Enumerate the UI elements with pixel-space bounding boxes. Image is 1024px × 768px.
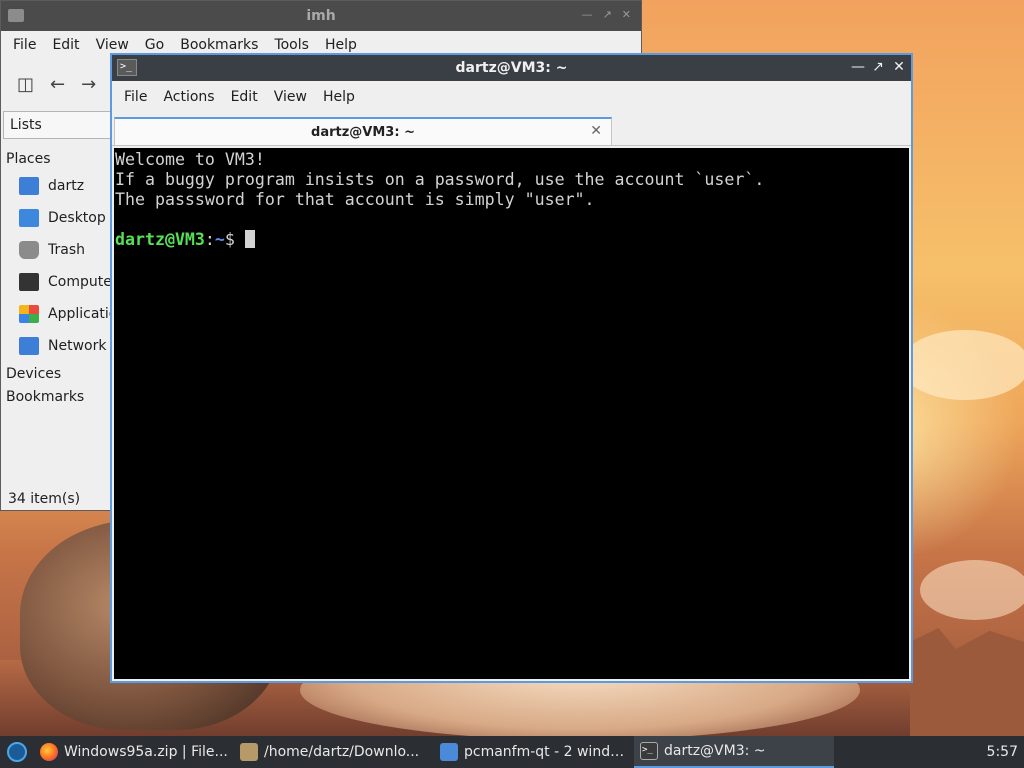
menu-help[interactable]: Help bbox=[317, 37, 365, 53]
places-heading[interactable]: Places bbox=[1, 147, 111, 170]
taskbar-item-label: Windows95a.zip | File... bbox=[64, 744, 228, 760]
menu-go[interactable]: Go bbox=[137, 37, 172, 53]
applications-icon bbox=[19, 305, 39, 323]
app-menu-icon bbox=[7, 742, 27, 762]
devices-heading[interactable]: Devices bbox=[1, 362, 111, 385]
prompt-user-host: dartz@VM3 bbox=[115, 230, 205, 249]
prompt-path: ~ bbox=[214, 230, 225, 249]
menu-actions[interactable]: Actions bbox=[155, 89, 222, 105]
window-title: dartz@VM3: ~ bbox=[455, 60, 568, 76]
taskbar-item-label: dartz@VM3: ~ bbox=[664, 743, 766, 759]
menu-file[interactable]: File bbox=[116, 89, 155, 105]
menu-edit[interactable]: Edit bbox=[223, 89, 266, 105]
terminal-line: The passsword for that account is simply… bbox=[115, 190, 595, 209]
prompt-symbol: $ bbox=[224, 230, 235, 249]
home-folder-icon bbox=[19, 177, 39, 195]
place-item-network[interactable]: Network bbox=[1, 330, 111, 362]
folder-icon bbox=[8, 9, 24, 22]
file-manager-titlebar[interactable]: imh — ↗ ✕ bbox=[1, 1, 641, 31]
terminal-tab-bar: dartz@VM3: ~ ✕ bbox=[112, 113, 911, 146]
wallpaper-cloud bbox=[920, 560, 1024, 620]
terminal-window[interactable]: >_ dartz@VM3: ~ — ↗ ✕ File Actions Edit … bbox=[110, 53, 913, 683]
place-label: dartz bbox=[48, 178, 85, 194]
side-pane: Places dartz Desktop Trash Compute Appli… bbox=[1, 147, 117, 408]
prompt-separator: : bbox=[204, 230, 215, 249]
computer-icon bbox=[19, 273, 39, 291]
new-tab-icon[interactable]: ◫ bbox=[17, 74, 34, 95]
prompt-line[interactable]: dartz@VM3:~$ bbox=[115, 230, 908, 250]
side-pane-mode-select[interactable]: Lists bbox=[3, 111, 123, 139]
terminal-line: If a buggy program insists on a password… bbox=[115, 170, 765, 189]
place-label: Network bbox=[48, 338, 107, 354]
menu-view[interactable]: View bbox=[266, 89, 315, 105]
trash-icon bbox=[19, 241, 39, 259]
back-arrow-icon[interactable]: ← bbox=[50, 74, 65, 95]
tab-label: dartz@VM3: ~ bbox=[311, 124, 415, 140]
place-item-applications[interactable]: Applicatio bbox=[1, 298, 117, 330]
forward-arrow-icon[interactable]: → bbox=[81, 74, 96, 95]
window-title: imh bbox=[306, 8, 336, 24]
place-item-computer[interactable]: Compute bbox=[1, 266, 112, 298]
minimize-icon[interactable]: — bbox=[582, 8, 593, 21]
maximize-icon[interactable]: ↗ bbox=[872, 59, 884, 75]
wallpaper-cloud bbox=[900, 330, 1024, 400]
terminal-output[interactable]: Welcome to VM3! If a buggy program insis… bbox=[114, 148, 909, 679]
terminal-menubar: File Actions Edit View Help bbox=[112, 81, 911, 113]
archive-icon bbox=[240, 743, 258, 761]
place-item-trash[interactable]: Trash bbox=[1, 234, 111, 266]
close-icon[interactable]: ✕ bbox=[622, 8, 631, 21]
minimize-icon[interactable]: — bbox=[851, 59, 865, 75]
taskbar-item-file-manager[interactable]: pcmanfm-qt - 2 windo... bbox=[434, 736, 634, 768]
firefox-icon bbox=[40, 743, 58, 761]
close-tab-icon[interactable]: ✕ bbox=[590, 123, 602, 139]
terminal-tab[interactable]: dartz@VM3: ~ ✕ bbox=[114, 117, 612, 146]
taskbar-item-archive[interactable]: /home/dartz/Downlo... bbox=[234, 736, 434, 768]
menu-help[interactable]: Help bbox=[315, 89, 363, 105]
terminal-titlebar[interactable]: >_ dartz@VM3: ~ — ↗ ✕ bbox=[112, 55, 911, 81]
folder-icon bbox=[440, 743, 458, 761]
status-bar-text: 34 item(s) bbox=[8, 491, 81, 507]
clock[interactable]: 5:57 bbox=[987, 744, 1024, 760]
place-item-home[interactable]: dartz bbox=[1, 170, 111, 202]
taskbar: Windows95a.zip | File... /home/dartz/Dow… bbox=[0, 736, 1024, 768]
taskbar-item-label: /home/dartz/Downlo... bbox=[264, 744, 420, 760]
close-icon[interactable]: ✕ bbox=[893, 59, 905, 75]
place-label: Applicatio bbox=[48, 306, 118, 322]
menu-edit[interactable]: Edit bbox=[44, 37, 87, 53]
taskbar-item-label: pcmanfm-qt - 2 windo... bbox=[464, 744, 628, 760]
menu-bookmarks[interactable]: Bookmarks bbox=[172, 37, 266, 53]
network-icon bbox=[19, 337, 39, 355]
terminal-icon: >_ bbox=[640, 742, 658, 760]
taskbar-item-terminal[interactable]: >_ dartz@VM3: ~ bbox=[634, 736, 834, 768]
bookmarks-heading[interactable]: Bookmarks bbox=[1, 385, 111, 408]
wallpaper-mesa bbox=[910, 628, 1024, 740]
terminal-line: Welcome to VM3! bbox=[115, 150, 265, 169]
menu-view[interactable]: View bbox=[88, 37, 137, 53]
place-label: Trash bbox=[48, 242, 85, 258]
start-menu-button[interactable] bbox=[0, 736, 34, 768]
text-cursor bbox=[244, 230, 255, 248]
place-label: Compute bbox=[48, 274, 112, 290]
menu-file[interactable]: File bbox=[5, 37, 44, 53]
menu-tools[interactable]: Tools bbox=[266, 37, 317, 53]
maximize-icon[interactable]: ↗ bbox=[603, 8, 612, 21]
terminal-icon: >_ bbox=[117, 59, 137, 76]
taskbar-item-firefox[interactable]: Windows95a.zip | File... bbox=[34, 736, 234, 768]
desktop-icon bbox=[19, 209, 39, 227]
place-label: Desktop bbox=[48, 210, 106, 226]
place-item-desktop[interactable]: Desktop bbox=[1, 202, 111, 234]
